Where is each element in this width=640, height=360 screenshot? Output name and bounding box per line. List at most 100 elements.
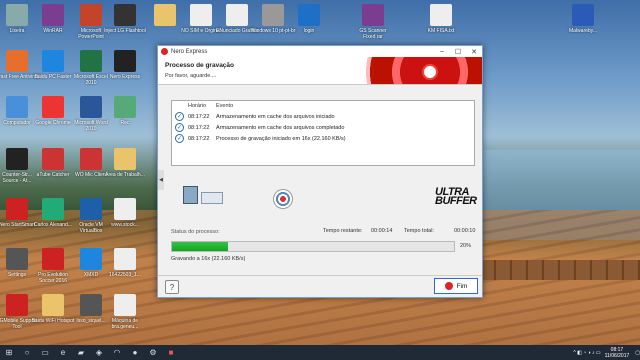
- desktop-icon[interactable]: Área de Trabalh...: [102, 148, 148, 178]
- help-button[interactable]: ?: [165, 280, 179, 294]
- app-icon: [362, 4, 384, 26]
- desktop-icon[interactable]: 16422503_1...: [102, 248, 148, 278]
- log-time: 08:17:22: [188, 113, 210, 120]
- app-icon: [114, 248, 136, 270]
- desktop-icon[interactable]: www.stock...: [102, 198, 148, 228]
- app-icon: [80, 4, 102, 26]
- log-time: 08:17:22: [188, 135, 210, 142]
- app-icon: [80, 96, 102, 118]
- status-panel: Status do processo: Tempo restante: 00:0…: [171, 228, 476, 262]
- check-icon: ✓: [175, 134, 184, 143]
- check-icon: ✓: [175, 123, 184, 132]
- app-icon: [430, 4, 452, 26]
- disc-target-icon: [273, 189, 293, 209]
- check-icon: ✓: [175, 112, 184, 121]
- desktop-icon-label: KM FISA.txt: [427, 28, 455, 34]
- maximize-icon[interactable]: ☐: [450, 48, 466, 56]
- status-label: Status do processo:: [171, 229, 220, 235]
- start-icon[interactable]: ⊞: [0, 345, 18, 360]
- log-row: ✓ 08:17:22 Processo de gravação iniciado…: [172, 133, 474, 144]
- edge-icon[interactable]: e: [54, 345, 72, 360]
- log-header-time: Horário: [188, 103, 207, 109]
- chevron-left-icon[interactable]: ◀: [158, 170, 164, 190]
- desktop-icon-label: Inject LG Flashtool: [104, 28, 146, 34]
- desktop-icon-label: GS Scanner Fixed.rar: [359, 28, 387, 40]
- store-icon[interactable]: ◈: [90, 345, 108, 360]
- app-icon: [42, 4, 64, 26]
- desktop-icon-label: Malwareby...: [569, 28, 597, 34]
- close-icon[interactable]: ✕: [466, 48, 482, 56]
- finish-button[interactable]: Fim: [434, 278, 478, 294]
- finish-button-label: Fim: [456, 282, 468, 290]
- app-icon: [42, 198, 64, 220]
- app-icon: [114, 50, 136, 72]
- progress-fill: [172, 242, 229, 251]
- desktop-icon[interactable]: Máquina de bra.geneu...: [102, 294, 148, 330]
- app-icon: [114, 4, 136, 26]
- app-icon: [6, 148, 28, 170]
- event-log: Horário Evento ✓ 08:17:22 Armazenamento …: [171, 100, 475, 166]
- desktop-icon-label: Rec: [120, 120, 130, 126]
- desktop-icon-label: Nero Express: [109, 74, 141, 80]
- log-event: Processo de gravação iniciado em 16x (22…: [216, 135, 346, 142]
- app-icon: [80, 294, 102, 316]
- app-icon: [6, 248, 28, 270]
- app-icon: [80, 248, 102, 270]
- task-view-icon[interactable]: ▭: [36, 345, 54, 360]
- app-icon: [6, 4, 28, 26]
- desktop-icon[interactable]: GS Scanner Fixed.rar: [350, 4, 396, 40]
- app-icon: [80, 50, 102, 72]
- desktop-icon-label: www.stock...: [111, 222, 139, 228]
- window-banner: Processo de gravação Por favor, aguarde.…: [158, 57, 482, 85]
- ultra-buffer-logo: ULTRA BUFFER: [435, 186, 477, 207]
- clock[interactable]: 08:17 11/06/2017: [605, 347, 630, 359]
- app-icon: [154, 4, 176, 26]
- remaining-label: Tempo restante:: [323, 228, 363, 234]
- stop-icon: [444, 282, 453, 290]
- search-icon[interactable]: ○: [18, 345, 36, 360]
- microphone-icon[interactable]: ●: [126, 345, 144, 360]
- remaining-value: 00:00:14: [371, 228, 393, 234]
- desktop-icon[interactable]: Nero Express: [102, 50, 148, 80]
- progress-percent: 20%: [460, 243, 472, 249]
- app-icon: [42, 96, 64, 118]
- page-title: Processo de gravação: [165, 62, 235, 69]
- desktop-icon[interactable]: Malwareby...: [560, 4, 606, 34]
- notification-icon[interactable]: ▢: [635, 350, 640, 356]
- app-icon: [42, 294, 64, 316]
- app-icon: [114, 198, 136, 220]
- total-label: Tempo total:: [404, 228, 434, 234]
- settings-icon[interactable]: ⚙: [144, 345, 162, 360]
- app-icon: [80, 148, 102, 170]
- recording-speed: Gravando a 16x (22.160 KB/s): [171, 256, 246, 262]
- desktop-icon[interactable]: Rec: [102, 96, 148, 126]
- log-row: ✓ 08:17:22 Armazenamento em cache dos ar…: [172, 122, 474, 133]
- app-icon: [6, 294, 28, 316]
- taskbar: ⊞ ○ ▭ e ▰ ◈ ◠ ● ⚙ ■ ^ ◧ ◔ ◑ ♪ ▭ 08:17 11…: [0, 345, 640, 360]
- desktop-icon-label: Área de Trabalh...: [105, 172, 145, 178]
- disc-graphic-icon: [352, 57, 482, 84]
- app-icon: [114, 148, 136, 170]
- nero-taskbar-icon[interactable]: ■: [162, 345, 180, 360]
- page-subtitle: Por favor, aguarde....: [165, 73, 217, 79]
- log-event: Armazenamento em cache dos arquivos inic…: [216, 113, 335, 120]
- total-value: 00:00:10: [454, 228, 476, 234]
- desktop-icon[interactable]: login: [286, 4, 332, 34]
- desktop-icon-label: Máquina de bra.geneu...: [111, 318, 139, 330]
- window-title: Nero Express: [171, 48, 208, 55]
- desktop-icon-label: login: [303, 28, 315, 34]
- log-header-event: Evento: [216, 103, 234, 109]
- file-explorer-icon[interactable]: ▰: [72, 345, 90, 360]
- app-icon: [572, 4, 594, 26]
- progress-bar: [171, 241, 455, 252]
- app-icon: [6, 96, 28, 118]
- app-icon: [114, 96, 136, 118]
- minimize-icon[interactable]: –: [434, 48, 450, 56]
- desktop-icon[interactable]: KM FISA.txt: [418, 4, 464, 34]
- tray-icons[interactable]: ^ ◧ ◔ ◑ ♪ ▭: [573, 350, 600, 356]
- desktop-icon-label: 16422503_1...: [109, 272, 141, 278]
- log-row: ✓ 08:17:22 Armazenamento em cache dos ar…: [172, 111, 474, 122]
- nero-logo-icon: [161, 48, 168, 55]
- wifi-icon[interactable]: ◠: [108, 345, 126, 360]
- window-titlebar[interactable]: Nero Express – ☐ ✕: [158, 46, 482, 57]
